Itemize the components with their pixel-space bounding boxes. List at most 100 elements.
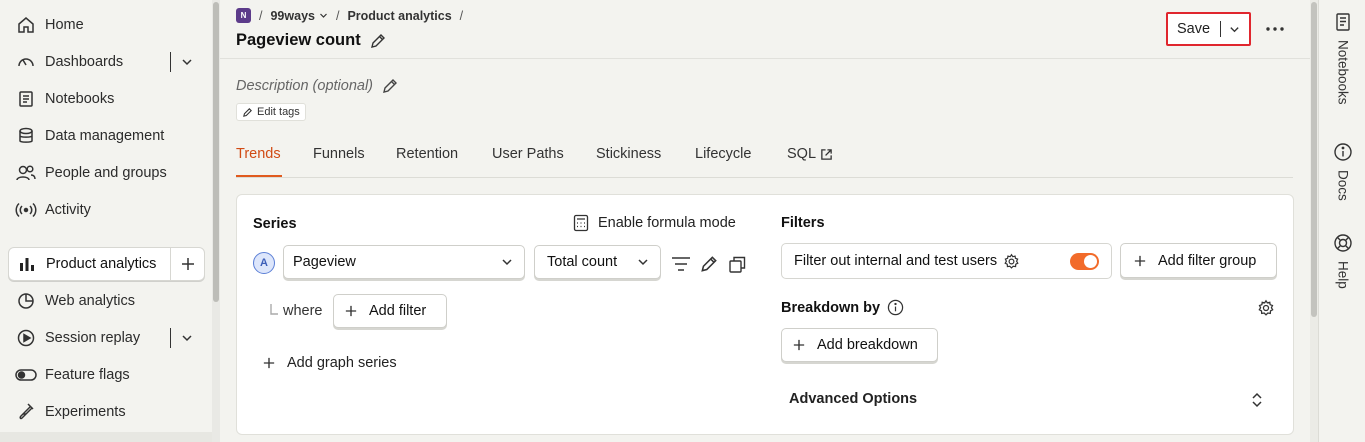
add-breakdown-button[interactable]: Add breakdown — [781, 328, 938, 362]
sidebar-item-feature-flags[interactable]: Feature flags — [8, 358, 205, 392]
pencil-icon[interactable] — [697, 252, 721, 276]
add-filter-group-button[interactable]: Add filter group — [1120, 243, 1277, 278]
save-button[interactable]: Save — [1166, 12, 1251, 46]
rail-notebooks-button[interactable]: Notebooks — [1330, 12, 1356, 105]
rail-help-button[interactable]: Help — [1330, 233, 1356, 289]
sidebar-item-label: Data management — [45, 128, 165, 144]
tab-sql[interactable]: SQL — [787, 146, 833, 162]
formula-mode-toggle[interactable]: Enable formula mode — [573, 214, 736, 232]
plus-icon — [793, 339, 805, 351]
play-icon — [15, 327, 37, 349]
plus-icon — [1134, 255, 1146, 267]
sidebar-item-notebooks[interactable]: Notebooks — [8, 82, 205, 116]
tab-trends[interactable]: Trends — [236, 146, 281, 162]
sidebar-item-label: Dashboards — [45, 54, 124, 70]
branch-icon — [269, 303, 279, 319]
sidebar-item-label: People and groups — [45, 165, 167, 181]
expand-collapse-icon[interactable] — [1245, 388, 1269, 412]
tab-lifecycle[interactable]: Lifecycle — [695, 146, 751, 162]
side-panel-rail: Notebooks Docs Help — [1318, 0, 1365, 442]
ellipsis-icon — [1265, 26, 1285, 32]
pencil-icon — [242, 107, 253, 118]
add-filter-button[interactable]: Add filter — [333, 294, 447, 328]
sidebar-item-home[interactable]: Home — [8, 8, 205, 42]
sidebar-item-web-analytics[interactable]: Web analytics — [8, 284, 205, 318]
org-badge[interactable]: N — [236, 8, 251, 23]
gear-icon[interactable] — [1254, 296, 1278, 320]
duplicate-icon[interactable] — [725, 252, 749, 276]
sidebar-item-activity[interactable]: Activity — [8, 193, 205, 227]
calculator-icon — [573, 214, 589, 232]
insight-title[interactable]: Pageview count — [236, 31, 361, 50]
gear-icon[interactable] — [1003, 253, 1020, 270]
more-options-button[interactable] — [1264, 18, 1286, 40]
page-title: Pageview count — [236, 31, 387, 50]
breadcrumb-section[interactable]: Product analytics — [347, 9, 451, 23]
sidebar-item-session-replay[interactable]: Session replay — [8, 321, 205, 355]
event-select[interactable]: Pageview — [283, 245, 525, 279]
pencil-icon[interactable] — [381, 77, 399, 95]
sidebar-item-label: Session replay — [45, 330, 141, 346]
sidebar-scrollbar-thumb[interactable] — [213, 2, 219, 302]
tab-stickiness[interactable]: Stickiness — [596, 146, 661, 162]
people-icon — [15, 162, 37, 184]
sidebar-item-label: Feature flags — [45, 367, 130, 383]
chevron-down-icon[interactable] — [1229, 24, 1240, 35]
chevron-down-icon — [637, 256, 649, 268]
query-editor-panel: Series Enable formula mode A Pageview To… — [236, 194, 1294, 435]
insight-type-tabs: Trends Funnels Retention User Paths Stic… — [236, 140, 1293, 178]
sidebar-item-label: Product analytics — [46, 256, 157, 272]
sidebar-scrollbar[interactable] — [212, 0, 220, 442]
filter-icon[interactable] — [669, 252, 693, 276]
sidebar-item-experiments[interactable]: Experiments — [8, 395, 205, 429]
info-icon[interactable] — [887, 299, 904, 316]
aggregation-select[interactable]: Total count — [534, 245, 661, 279]
new-insight-button[interactable] — [170, 248, 204, 280]
sidebar-item-label: Activity — [45, 202, 91, 218]
tab-user-paths[interactable]: User Paths — [492, 146, 564, 162]
dashboard-icon — [15, 51, 37, 73]
external-link-icon — [820, 148, 833, 161]
where-label: where — [269, 303, 323, 319]
series-title: Series — [253, 216, 297, 232]
notebook-icon — [1334, 12, 1352, 32]
sidebar-item-dashboards[interactable]: Dashboards — [8, 45, 205, 79]
sidebar-footer — [0, 432, 212, 442]
header-divider — [220, 58, 1310, 59]
flask-icon — [15, 401, 37, 423]
filters-title: Filters — [781, 215, 825, 231]
main-content: N / 99ways / Product analytics / Pagevie… — [220, 0, 1310, 442]
description-field[interactable]: Description (optional) — [236, 77, 399, 95]
lifebuoy-icon — [1333, 233, 1353, 253]
toggle-icon — [15, 364, 37, 386]
sidebar-item-label: Home — [45, 17, 84, 33]
advanced-options-toggle[interactable]: Advanced Options — [789, 391, 917, 407]
sidebar-item-label: Web analytics — [45, 293, 135, 309]
tab-funnels[interactable]: Funnels — [313, 146, 365, 162]
session-replay-expand-toggle[interactable] — [170, 328, 193, 348]
notebook-icon — [15, 88, 37, 110]
sidebar-item-product-analytics[interactable]: Product analytics — [8, 247, 205, 281]
chevron-down-icon — [181, 332, 193, 344]
main-scrollbar[interactable] — [1310, 0, 1318, 442]
dashboards-expand-toggle[interactable] — [170, 52, 193, 72]
sidebar-item-data-management[interactable]: Data management — [8, 119, 205, 153]
sidebar-item-people[interactable]: People and groups — [8, 156, 205, 190]
edit-tags-button[interactable]: Edit tags — [236, 103, 306, 121]
main-scrollbar-thumb[interactable] — [1311, 2, 1317, 317]
tab-retention[interactable]: Retention — [396, 146, 458, 162]
breadcrumb: N / 99ways / Product analytics / — [236, 8, 463, 23]
plus-icon — [263, 357, 275, 369]
active-tab-indicator — [236, 175, 282, 177]
info-icon — [1333, 142, 1353, 162]
plus-icon — [345, 305, 357, 317]
series-letter-badge: A — [253, 252, 275, 274]
home-icon — [15, 14, 37, 36]
breadcrumb-project[interactable]: 99ways — [270, 9, 327, 23]
internal-users-filter: Filter out internal and test users — [781, 243, 1112, 279]
rail-docs-button[interactable]: Docs — [1330, 142, 1356, 201]
sidebar-item-label: Notebooks — [45, 91, 115, 107]
pencil-icon[interactable] — [369, 32, 387, 50]
add-graph-series-button[interactable]: Add graph series — [263, 355, 397, 371]
internal-users-toggle[interactable] — [1070, 253, 1099, 270]
